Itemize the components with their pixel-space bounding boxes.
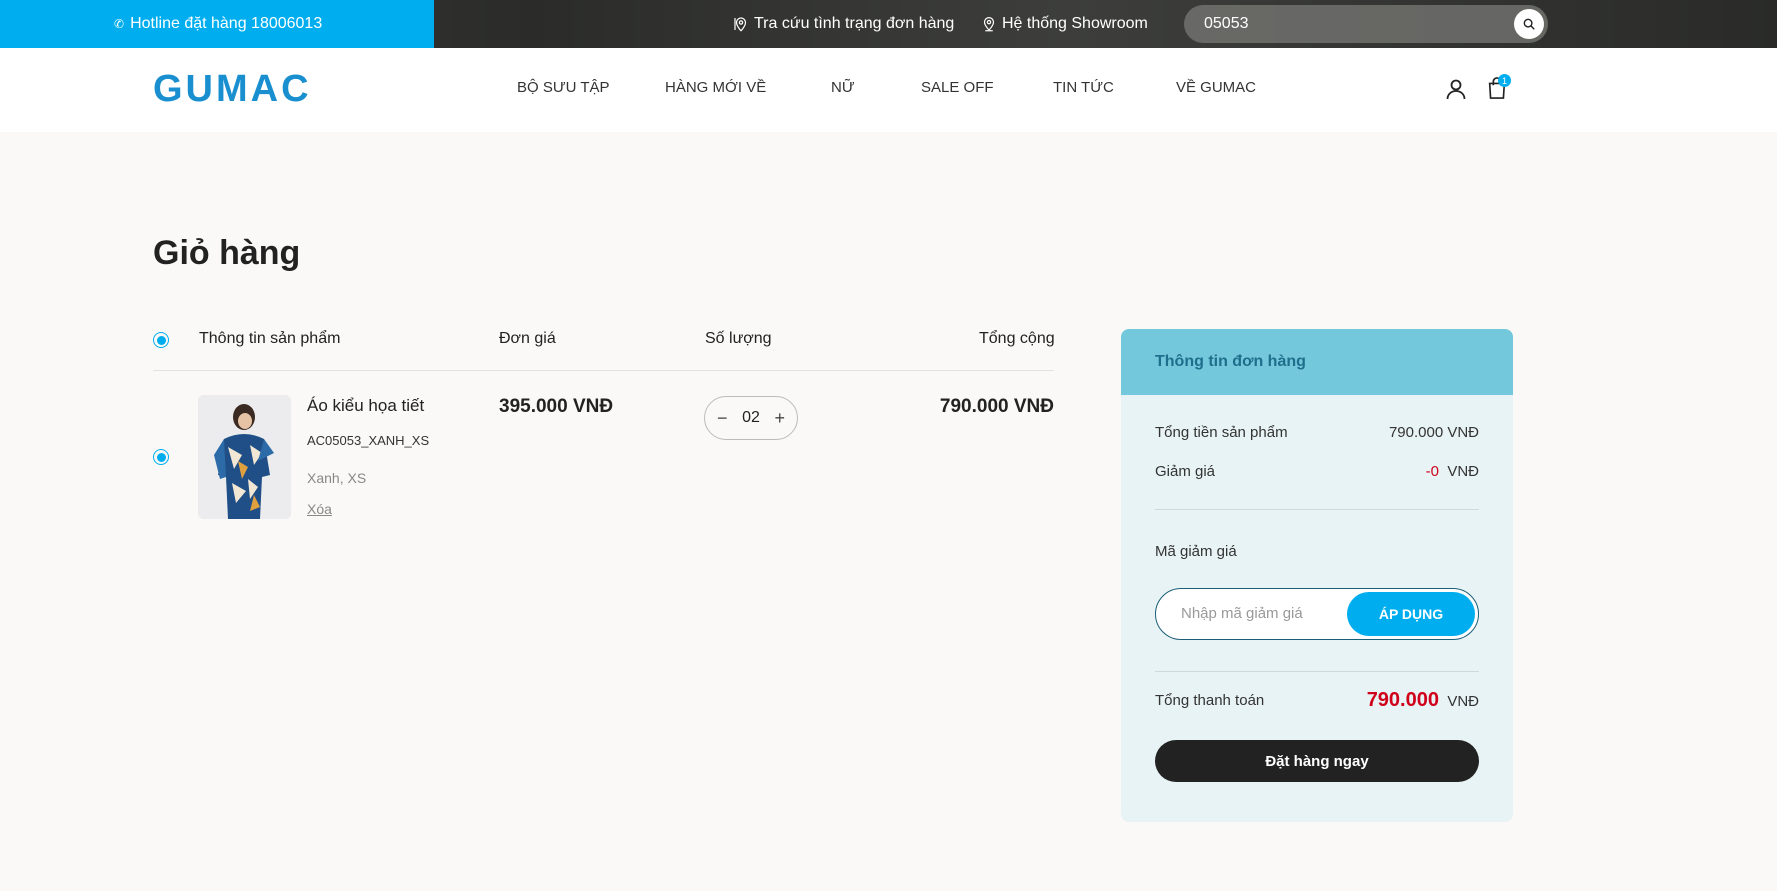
- discount-label: Giảm giá: [1155, 463, 1216, 480]
- nav-item-new-arrivals[interactable]: HÀNG MỚI VỀ: [665, 79, 766, 96]
- order-lookup-text: Tra cứu tình trạng đơn hàng: [754, 15, 955, 32]
- column-quantity: Số lượng: [705, 330, 772, 347]
- quantity-value[interactable]: 02: [742, 409, 760, 427]
- grand-total-row: Tổng thanh toán 790.000 VNĐ: [1155, 689, 1479, 712]
- product-thumbnail[interactable]: [198, 395, 291, 519]
- order-summary-panel: Thông tin đơn hàng Tổng tiền sản phẩm 79…: [1121, 329, 1513, 822]
- nav-item-collections[interactable]: BỘ SƯU TẬP: [517, 79, 610, 96]
- column-total: Tổng cộng: [979, 330, 1055, 347]
- grand-total-value: 790.000 VNĐ: [1367, 689, 1479, 712]
- remove-item-link[interactable]: Xóa: [307, 501, 332, 517]
- order-summary-title: Thông tin đơn hàng: [1121, 329, 1513, 395]
- map-pin-icon: [734, 17, 747, 32]
- product-image: [198, 395, 291, 519]
- select-item-radio[interactable]: [153, 449, 169, 465]
- discount-amount: -0: [1425, 463, 1439, 480]
- table-divider: [153, 370, 1054, 371]
- discount-unit: VNĐ: [1447, 463, 1479, 480]
- order-lookup-link[interactable]: Tra cứu tình trạng đơn hàng: [732, 0, 954, 48]
- place-order-button[interactable]: Đặt hàng ngay: [1155, 740, 1479, 782]
- cart-count-badge: 1: [1498, 74, 1511, 87]
- unit-price: 395.000 VNĐ: [499, 396, 614, 417]
- coupon-label: Mã giảm giá: [1155, 543, 1237, 560]
- phone-icon: ✆: [114, 17, 125, 31]
- subtotal-row: Tổng tiền sản phẩm 790.000 VNĐ: [1155, 424, 1479, 441]
- hotline-bar[interactable]: ✆ Hotline đặt hàng 18006013: [0, 0, 434, 48]
- subtotal-label: Tổng tiền sản phẩm: [1155, 424, 1288, 441]
- search-input[interactable]: [1204, 15, 1504, 33]
- top-bar: ✆ Hotline đặt hàng 18006013 Tra cứu tình…: [0, 0, 1777, 48]
- location-icon: [983, 17, 995, 32]
- grand-total-amount: 790.000: [1366, 689, 1439, 711]
- column-product-info: Thông tin sản phẩm: [199, 330, 341, 347]
- coupon-form: ÁP DỤNG: [1155, 588, 1479, 640]
- coupon-input[interactable]: [1181, 605, 1341, 622]
- quantity-stepper: − 02 +: [704, 396, 798, 440]
- nav-item-news[interactable]: TIN TỨC: [1053, 79, 1114, 96]
- discount-value: -0 VNĐ: [1426, 463, 1479, 480]
- discount-row: Giảm giá -0 VNĐ: [1155, 463, 1479, 480]
- product-sku: AC05053_XANH_XS: [307, 433, 430, 448]
- apply-coupon-button[interactable]: ÁP DỤNG: [1347, 592, 1475, 636]
- grand-total-unit: VNĐ: [1447, 693, 1479, 710]
- summary-divider-2: [1155, 671, 1479, 672]
- main-header: GUMAC BỘ SƯU TẬP HÀNG MỚI VỀ NỮ SALE OFF…: [0, 48, 1777, 132]
- product-name[interactable]: Áo kiểu họa tiết: [307, 396, 424, 416]
- page-title: Giỏ hàng: [153, 234, 301, 272]
- hotline-text: Hotline đặt hàng 18006013: [130, 15, 323, 32]
- gumac-logo[interactable]: GUMAC: [153, 68, 312, 111]
- subtotal-value: 790.000 VNĐ: [1388, 424, 1479, 441]
- line-total: 790.000 VNĐ: [939, 396, 1054, 417]
- increase-qty-button[interactable]: +: [774, 408, 785, 429]
- decrease-qty-button[interactable]: −: [717, 408, 728, 429]
- nav-item-women[interactable]: NỮ: [831, 79, 855, 96]
- showroom-text: Hệ thống Showroom: [1002, 15, 1148, 32]
- coupon-label-row: Mã giảm giá: [1155, 543, 1479, 560]
- search-box: [1184, 5, 1548, 43]
- summary-divider: [1155, 509, 1479, 510]
- search-button[interactable]: [1514, 9, 1544, 39]
- select-all-radio[interactable]: [153, 332, 169, 348]
- showroom-link[interactable]: Hệ thống Showroom: [980, 0, 1148, 48]
- grand-total-label: Tổng thanh toán: [1155, 692, 1265, 709]
- user-icon[interactable]: [1444, 77, 1468, 101]
- nav-item-about[interactable]: VỀ GUMAC: [1176, 79, 1256, 96]
- product-variant: Xanh, XS: [307, 470, 367, 486]
- nav-item-sale-off[interactable]: SALE OFF: [921, 79, 994, 96]
- search-icon: [1523, 18, 1535, 30]
- column-unit-price: Đơn giá: [499, 330, 556, 347]
